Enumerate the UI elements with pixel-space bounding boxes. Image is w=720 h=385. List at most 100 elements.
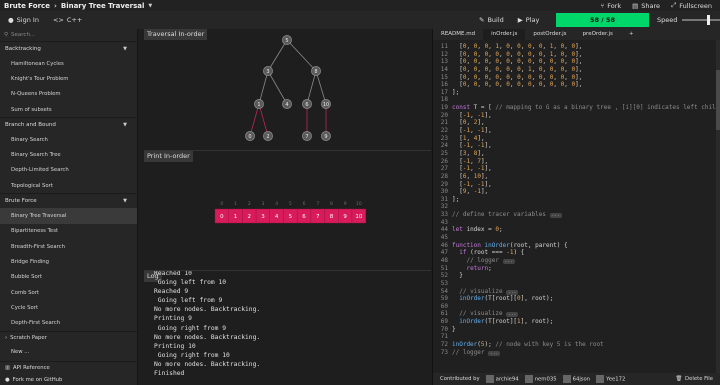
line-number: 48 (440, 256, 448, 264)
breadcrumb-category[interactable]: Brute Force (4, 2, 50, 10)
github-label: Fork me on GitHub (12, 377, 63, 383)
line-number: 25 (440, 149, 448, 157)
code-text: [-1, -1], (452, 165, 492, 173)
chevron-down-icon[interactable]: ▼ (148, 3, 152, 9)
code-line: 72 inOrder(5); // node with key 5 is the … (433, 341, 717, 349)
log-line: No more nodes. Backtracking. (154, 333, 261, 341)
tree-edge (267, 39, 288, 72)
code-text: } (452, 325, 456, 333)
contributor[interactable]: Yee172 (596, 375, 625, 383)
sidebar-item[interactable]: N-Queens Problem (0, 87, 137, 102)
array-index-label: 3 (262, 201, 265, 207)
file-tab[interactable]: inOrder.js (483, 29, 526, 40)
api-reference-link[interactable]: ▥ API Reference (0, 361, 137, 373)
contributor[interactable]: nem035 (524, 375, 557, 383)
sidebar-item[interactable]: Depth-First Search (0, 315, 137, 330)
file-tab[interactable]: README.md (433, 29, 483, 40)
sidebar-item[interactable]: Bridge Finding (0, 254, 137, 269)
sidebar-item[interactable]: Binary Search (0, 132, 137, 147)
code-line: 24 [-1, -1], (433, 142, 717, 150)
scratch-paper-label: Scratch Paper (10, 334, 47, 341)
code-line: 25 [3, 8], (433, 150, 717, 158)
tree-edge (258, 70, 269, 105)
github-link[interactable]: ● Fork me on GitHub (0, 375, 137, 385)
delete-file-button[interactable]: 🗑 Delete File (675, 376, 713, 382)
add-file-button[interactable]: + (621, 29, 642, 40)
sidebar-category[interactable]: Branch and Bound ▼ (0, 117, 137, 132)
sign-in-button[interactable]: ● Sign In (8, 16, 39, 24)
fork-button[interactable]: ⑂ Fork (600, 2, 621, 10)
sidebar-item[interactable]: Sum of subsets (0, 102, 137, 117)
sidebar-item[interactable]: Cycle Sort (0, 300, 137, 315)
share-button[interactable]: ▤ Share (632, 2, 660, 10)
code-line: 29 [-1, -1], (433, 181, 717, 189)
line-number: 59 (440, 295, 448, 303)
fold-marker[interactable]: ... (506, 312, 519, 318)
array-cell-value: 7 (316, 214, 320, 220)
sidebar-item[interactable]: Depth-Limited Search (0, 163, 137, 178)
line-number: 69 (440, 318, 448, 326)
contributor[interactable]: 64json (562, 375, 590, 383)
sidebar-item[interactable]: Knight's Tour Problem (0, 71, 137, 86)
build-button[interactable]: ✎ Build (479, 16, 504, 24)
array-cells: 0 0 1 1 2 2 3 3 4 4 5 5 6 6 7 7 8 8 9 9 10 10 (214, 201, 366, 224)
avatar (485, 375, 494, 383)
language-selector[interactable]: <> C++ (53, 16, 82, 24)
fold-marker[interactable]: ... (502, 258, 515, 264)
sidebar-item[interactable]: Binary Tree Traversal (0, 208, 137, 224)
sidebar-item[interactable]: Comb Sort (0, 285, 137, 300)
fold-marker[interactable]: ... (488, 350, 501, 356)
code-line: 27 [-1, -1], (433, 165, 717, 173)
sidebar-item[interactable]: Topological Sort (0, 178, 137, 193)
array-display: 0 0 1 1 2 2 3 3 4 4 5 5 6 6 7 7 8 8 9 9 10 10 (214, 201, 366, 224)
speed-slider[interactable] (682, 15, 720, 25)
scratch-paper-header[interactable]: › Scratch Paper (0, 331, 137, 343)
wrench-icon: ✎ (479, 16, 485, 24)
sidebar-category[interactable]: Brute Force ▼ (0, 193, 137, 208)
array-index-label: 5 (289, 201, 292, 207)
line-number: 19 (440, 104, 448, 112)
line-number: 21 (440, 119, 448, 127)
code-scrollbar[interactable] (716, 40, 720, 373)
code-text: // logger ... (452, 348, 501, 356)
sign-in-label: Sign In (16, 16, 39, 24)
code-line: 28 [6, 10], (433, 173, 717, 181)
log-line: Finished (154, 370, 185, 378)
breadcrumb-algorithm[interactable]: Binary Tree Traversal (61, 2, 145, 10)
code-scrollbar-thumb[interactable] (716, 70, 720, 130)
array-index-label: 2 (248, 201, 251, 207)
line-number: 13 (440, 58, 448, 66)
line-number: 52 (440, 272, 448, 280)
fullscreen-button[interactable]: ⤢ Fullscreen (671, 1, 712, 10)
sidebar-category[interactable]: Backtracking ▼ (0, 41, 137, 56)
code-line: 53 (433, 280, 717, 288)
code-line: 61 // visualize ... (433, 310, 717, 318)
sidebar-item[interactable]: Bubble Sort (0, 270, 137, 285)
sidebar-item[interactable]: Hamiltonean Cycles (0, 56, 137, 71)
contributor[interactable]: archie94 (485, 375, 519, 383)
file-tab[interactable]: preOrder.js (575, 29, 621, 40)
fold-marker[interactable]: ... (549, 213, 562, 219)
fold-marker[interactable]: ... (506, 289, 519, 295)
code-line: 15 [0, 0, 0, 0, 0, 0, 0, 0, 0, 0, 0], (433, 74, 717, 82)
sidebar-item[interactable]: Binary Search Tree (0, 147, 137, 162)
code-text: [6, 10], (452, 172, 489, 180)
code-line: 71 (433, 333, 717, 341)
code-line: 60 (433, 303, 717, 311)
new-scratch-item[interactable]: New ... (0, 346, 137, 358)
array-cell-value: 10 (355, 214, 362, 220)
code-line: 16 [0, 0, 0, 0, 0, 0, 0, 0, 0, 0, 0], (433, 81, 717, 89)
file-tab[interactable]: postOrder.js (525, 29, 574, 40)
search-input[interactable]: Search... (11, 32, 35, 38)
sidebar-item[interactable]: Bipartiteness Test (0, 224, 137, 239)
speed-slider-handle[interactable] (706, 15, 710, 25)
sidebar-item[interactable]: Breadth-First Search (0, 239, 137, 254)
code-text: const T = [ // mapping to G as a binary … (452, 104, 717, 112)
line-number: 14 (440, 65, 448, 73)
progress-bar[interactable]: 58 / 58 (556, 13, 649, 27)
code-text: } (452, 272, 463, 280)
log-line: Going left from 10 (154, 279, 227, 287)
search-box[interactable]: ⚲ Search... (0, 29, 137, 41)
play-button[interactable]: ▶ Play (518, 16, 540, 24)
code-editor[interactable]: 11 [0, 0, 0, 1, 0, 0, 0, 0, 1, 0, 0], 12 … (433, 43, 717, 375)
